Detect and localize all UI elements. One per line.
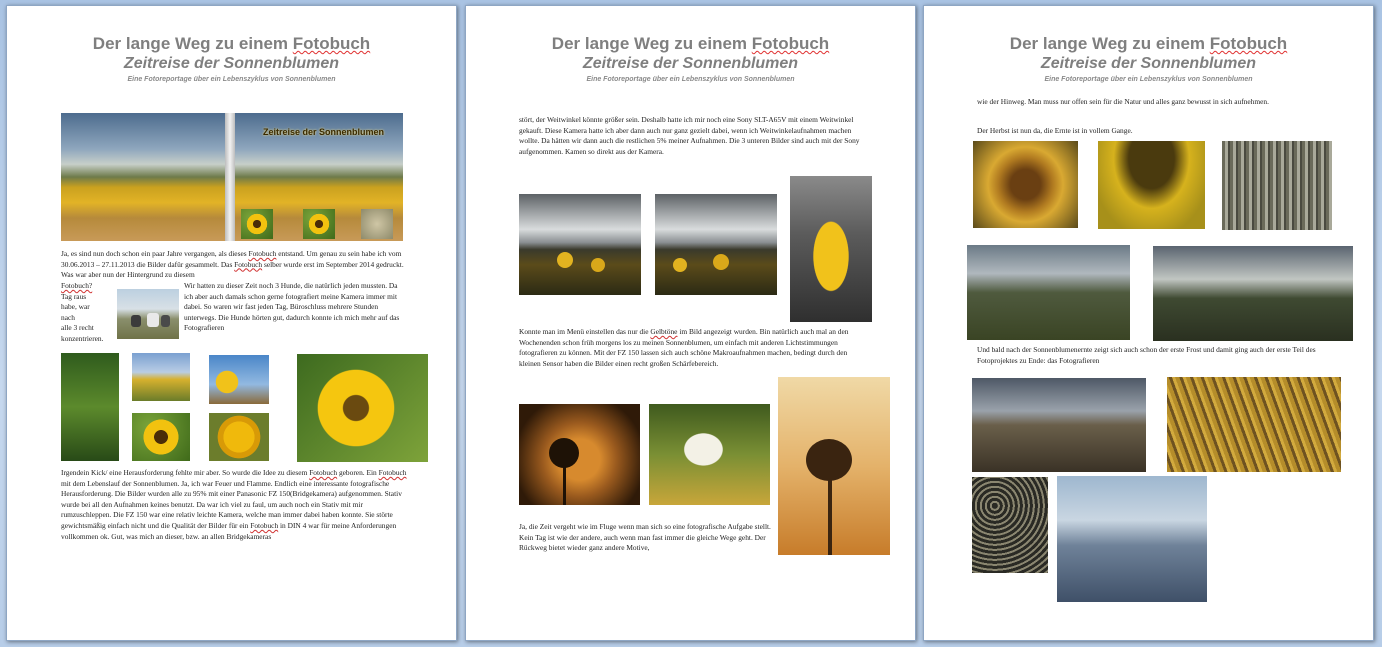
dry-stalks-photo bbox=[1222, 141, 1332, 230]
macro-flower-photo bbox=[649, 404, 770, 505]
document-page-2: Der lange Weg zu einem Fotobuch Zeitreis… bbox=[465, 5, 916, 641]
collage-photo-5 bbox=[209, 413, 269, 461]
header-subtitle: Zeitreise der Sonnenblumen bbox=[123, 55, 340, 72]
page3-paragraph-1: wie der Hinweg. Man muss nur offen sein … bbox=[977, 97, 1269, 106]
collage-photo-1 bbox=[61, 353, 119, 461]
seeds-closeup-photo bbox=[972, 477, 1048, 573]
page3-paragraph-2: Der Herbst ist nun da, die Ernte ist in … bbox=[977, 126, 1133, 135]
header-title: Der lange Weg zu einem Fotobuch bbox=[92, 34, 371, 53]
collage-photo-3 bbox=[209, 355, 269, 404]
frost-field-photo bbox=[1057, 476, 1207, 602]
collage-photo-large bbox=[297, 354, 428, 462]
header-tagline: Eine Fotoreportage über ein Lebenszyklus… bbox=[127, 76, 336, 83]
header-tagline: Eine Fotoreportage über ein Lebenszyklus… bbox=[586, 76, 795, 83]
collage-photo-4 bbox=[132, 413, 190, 461]
page3-paragraph-3: Und bald nach der Sonnenblumenernte zeig… bbox=[977, 345, 1316, 365]
bw-field-photo-1 bbox=[519, 194, 641, 295]
ripe-sunflower-photo bbox=[1098, 141, 1205, 229]
page1-paragraph-2: Irgendein Kick/ eine Herausforderung feh… bbox=[61, 468, 407, 541]
banner-thumb-3 bbox=[361, 209, 393, 239]
page2-paragraph-2: Konnte man im Menü einstellen das nur di… bbox=[519, 327, 849, 368]
harvested-field-photo bbox=[972, 378, 1146, 472]
page2-paragraph-3: Ja, die Zeit vergeht wie im Fluge wenn m… bbox=[519, 522, 771, 553]
banner-caption: Zeitreise der Sonnenblumen bbox=[263, 127, 385, 137]
wilted-sunflower-photo bbox=[973, 141, 1078, 228]
dogs-photo bbox=[117, 289, 179, 339]
header-title: Der lange Weg zu einem Fotobuch bbox=[1009, 34, 1288, 53]
header-tagline: Eine Fotoreportage über ein Lebenszyklus… bbox=[1044, 76, 1253, 83]
banner-thumb-1 bbox=[241, 209, 273, 239]
bw-field-photo-2 bbox=[655, 194, 777, 295]
hdr-sunflower-field-photo bbox=[1153, 246, 1353, 341]
page1-right-column: Wir hatten zu dieser Zeit noch 3 Hunde, … bbox=[184, 281, 400, 333]
header-title: Der lange Weg zu einem Fotobuch bbox=[551, 34, 830, 53]
header-subtitle: Zeitreise der Sonnenblumen bbox=[582, 55, 799, 72]
yellow-sunflower-bw-photo bbox=[790, 176, 872, 322]
header-subtitle: Zeitreise der Sonnenblumen bbox=[1040, 55, 1257, 72]
page-header: Der lange Weg zu einem Fotobuch Zeitreis… bbox=[7, 34, 456, 85]
banner-thumb-2 bbox=[303, 209, 335, 239]
document-page-1: Der lange Weg zu einem Fotobuch Zeitreis… bbox=[6, 5, 457, 641]
banner-photo: Zeitreise der Sonnenblumen bbox=[61, 113, 403, 241]
page-header: Der lange Weg zu einem Fotobuch Zeitreis… bbox=[466, 34, 915, 85]
document-page-3: Der lange Weg zu einem Fotobuch Zeitreis… bbox=[923, 5, 1374, 641]
stubble-field-photo bbox=[1167, 377, 1341, 472]
page1-paragraph-1: Ja, es sind nun doch schon ein paar Jahr… bbox=[61, 249, 404, 280]
page1-left-column: Fotobuch? Tag raus habe, war nach alle 3… bbox=[61, 281, 104, 343]
silhouette-photo-1 bbox=[519, 404, 640, 505]
field-landscape-photo bbox=[967, 245, 1130, 340]
page-header: Der lange Weg zu einem Fotobuch Zeitreis… bbox=[924, 34, 1373, 85]
collage-photo-2 bbox=[132, 353, 190, 401]
silhouette-photo-2 bbox=[778, 377, 890, 555]
page2-paragraph-1: stört, der Weitwinkel könnte größer sein… bbox=[519, 115, 860, 156]
